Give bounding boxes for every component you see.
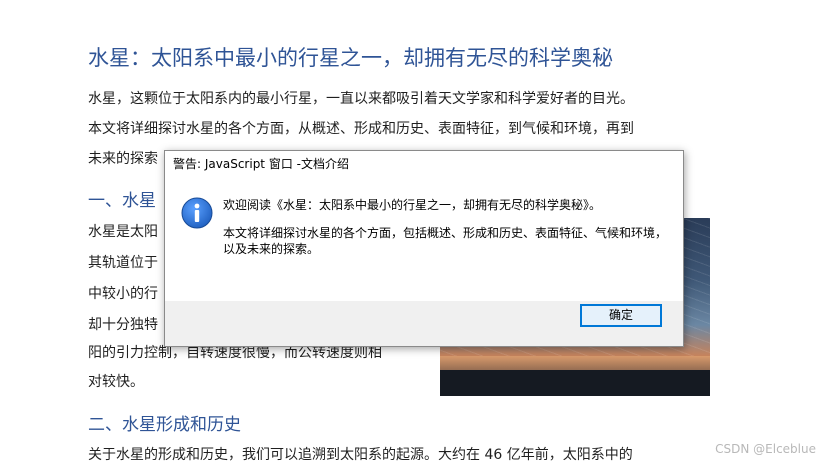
horizon-silhouette — [440, 370, 710, 396]
section-1-line-6: 对较快。 — [88, 374, 144, 390]
section-2-line-1: 关于水星的形成和历史，我们可以追溯到太阳系的起源。大约在 46 亿年前，太阳系中… — [88, 447, 633, 463]
intro-line-2: 本文将详细探讨水星的各个方面，从概述、形成和历史、表面特征，到气候和环境，再到 — [88, 121, 634, 137]
section-1-line-1: 水星是太阳 — [88, 224, 158, 240]
document-title: 水星：太阳系中最小的行星之一，却拥有无尽的科学奥秘 — [88, 46, 613, 70]
ok-button[interactable]: 确定 — [580, 304, 662, 327]
dialog-body: 欢迎阅读《水星：太阳系中最小的行星之一，却拥有无尽的科学奥秘》。 本文将详细探讨… — [165, 177, 683, 301]
intro-line-1: 水星，这颗位于太阳系内的最小行星，一直以来都吸引着天文学家和科学爱好者的目光。 — [88, 91, 634, 107]
info-icon — [181, 197, 213, 229]
watermark: CSDN @Elceblue — [715, 442, 816, 456]
dialog-message-line-1: 欢迎阅读《水星：太阳系中最小的行星之一，却拥有无尽的科学奥秘》。 — [223, 198, 602, 212]
intro-line-3: 未来的探索 — [88, 151, 158, 167]
dialog-title: 警告: JavaScript 窗口 -文档介绍 — [165, 151, 683, 177]
section-1-line-3: 中较小的行 — [88, 286, 158, 302]
section-1-heading: 一、水星 — [88, 191, 156, 211]
section-1-line-4: 却十分独特 — [88, 317, 158, 333]
section-1-line-2: 其轨道位于 — [88, 255, 158, 271]
alert-dialog: 警告: JavaScript 窗口 -文档介绍 欢迎阅读《水星：太阳系中最小的行… — [164, 150, 684, 347]
section-2-heading: 二、水星形成和历史 — [88, 415, 241, 435]
dialog-message-line-2: 本文将详细探讨水星的各个方面，包括概述、形成和历史、表面特征、气候和环境，以及未… — [223, 226, 668, 256]
